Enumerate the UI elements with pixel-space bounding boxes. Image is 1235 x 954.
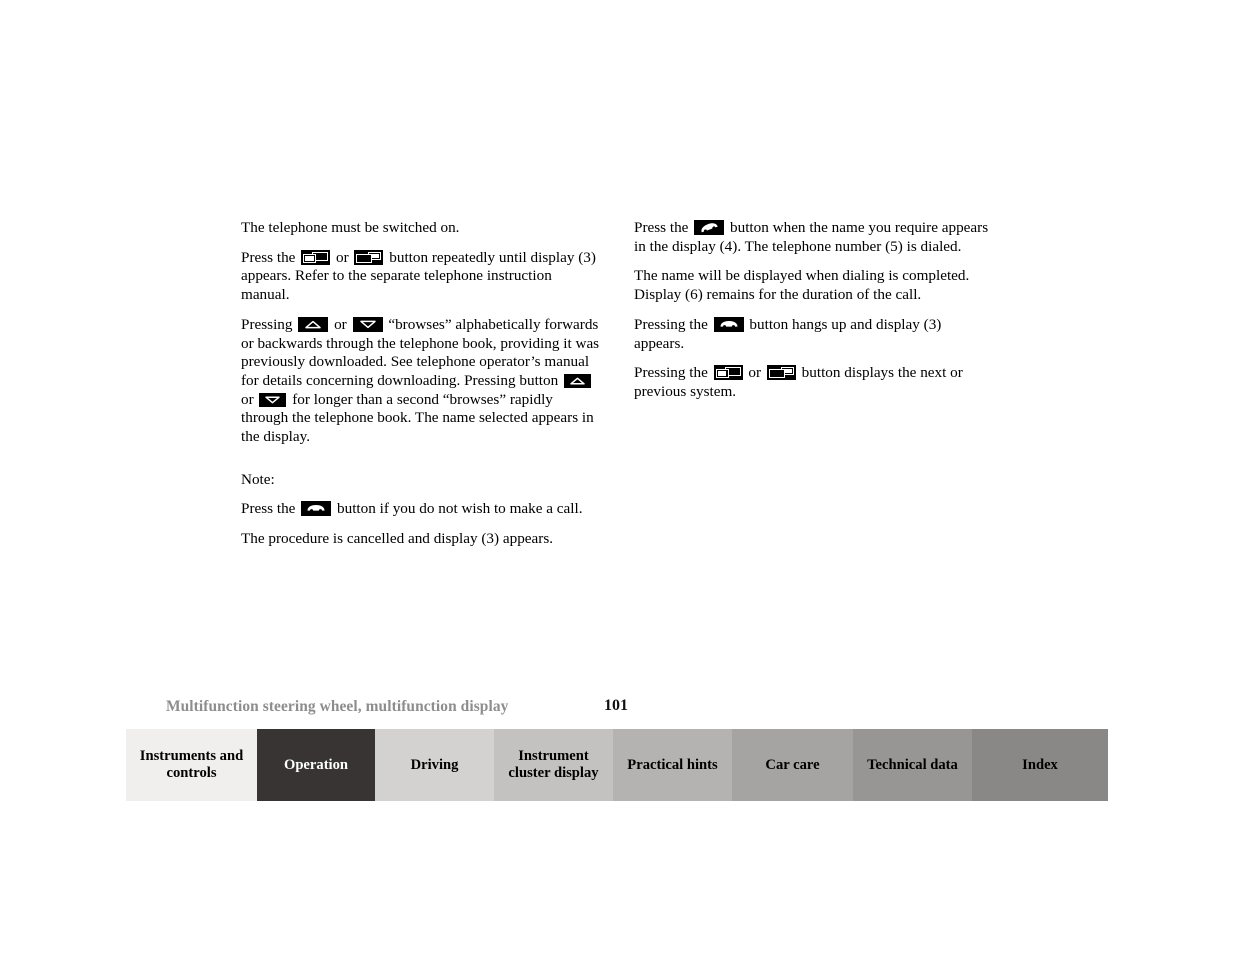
window-switch-prev-icon[interactable] — [354, 249, 384, 265]
paragraph-name-displayed: The name will be displayed when dialing … — [634, 267, 994, 304]
paragraph-text: button when the name you require appears… — [634, 219, 989, 255]
chapter-tab-index[interactable]: Index — [972, 729, 1108, 801]
chapter-tab-label: Operation — [283, 756, 349, 773]
paragraph-browsing: Pressing or “browses” alphabetically for… — [241, 316, 601, 447]
note-label-text: Note: — [241, 470, 275, 488]
paragraph-text: button repeatedly until display (3) appe… — [241, 248, 596, 304]
paragraph-text: The name will be displayed when dialing … — [634, 267, 970, 304]
chapter-tab-instruments-and-controls[interactable]: Instruments and controls — [126, 729, 257, 801]
chapter-tab-label: Technical data — [867, 756, 958, 773]
arrow-up-button-icon[interactable] — [298, 316, 329, 332]
window-switch-prev-icon[interactable] — [766, 365, 796, 381]
chapter-tab-label: Practical hints — [627, 756, 718, 773]
window-switch-next-icon[interactable] — [301, 249, 331, 265]
paragraph-text: Pressing the — [634, 315, 708, 333]
paragraph-next-previous-system: Pressing the or button displays the next… — [634, 364, 994, 401]
paragraph-text: Pressing the — [634, 364, 708, 382]
chapter-tab-label: Instrument cluster display — [508, 748, 599, 781]
note-label: Note: — [241, 471, 601, 490]
window-switch-next-icon[interactable] — [713, 365, 743, 381]
phone-hangup-button-icon[interactable] — [301, 501, 332, 517]
paragraph-press-dial: Press the button when the name you requi… — [634, 219, 994, 256]
manual-page: The telephone must be switched on. Press… — [0, 0, 1235, 954]
conjunction-or: or — [334, 315, 347, 333]
paragraph-text: Press the — [241, 500, 296, 518]
paragraph-text: The telephone must be switched on. — [241, 219, 460, 236]
conjunction-or: or — [336, 248, 349, 266]
chapter-tab-technical-data[interactable]: Technical data — [853, 729, 972, 801]
chapter-tab-label: Index — [1022, 756, 1058, 773]
chapter-tab-practical-hints[interactable]: Practical hints — [613, 729, 732, 801]
chapter-tab-instrument-cluster-display[interactable]: Instrument cluster display — [494, 729, 613, 801]
footer-caption: Multifunction steering wheel, multifunct… — [166, 698, 509, 715]
paragraph-text: “browses” alphabetically forwards or bac… — [241, 315, 600, 389]
conjunction-or: or — [241, 390, 254, 408]
chapter-tab-label: Driving — [410, 756, 459, 773]
conjunction-or: or — [748, 364, 762, 382]
arrow-down-button-icon[interactable] — [352, 316, 383, 332]
chapter-tab-driving[interactable]: Driving — [375, 729, 494, 801]
chapter-tab-label: Instruments and controls — [139, 748, 244, 781]
right-text-column: Press the button when the name you requi… — [634, 219, 994, 413]
arrow-up-button-icon[interactable] — [564, 373, 591, 388]
paragraph-text: Press the — [634, 219, 689, 236]
phone-dial-button-icon[interactable] — [694, 220, 725, 235]
phone-hangup-button-icon[interactable] — [713, 316, 744, 332]
arrow-down-button-icon[interactable] — [259, 392, 287, 407]
paragraph-hangup: Pressing the button hangs up and display… — [634, 316, 994, 353]
paragraph-note-hangup: Press the button if you do not wish to m… — [241, 500, 601, 519]
chapter-tab-car-care[interactable]: Car care — [732, 729, 853, 801]
paragraph-procedure-cancelled: The procedure is cancelled and display (… — [241, 530, 601, 549]
page-number: 101 — [604, 697, 628, 714]
left-text-column: The telephone must be switched on. Press… — [241, 219, 601, 560]
paragraph-text: button if you do not wish to make a call… — [337, 500, 583, 518]
paragraph-text: for longer than a second “browses” rapid… — [241, 390, 594, 446]
chapter-tab-label: Car care — [765, 756, 820, 773]
paragraph-press-button: Press the or button repeatedly until dis… — [241, 249, 601, 305]
paragraph-text: Pressing — [241, 315, 293, 333]
paragraph-text: Press the — [241, 248, 296, 266]
paragraph-telephone-on: The telephone must be switched on. — [241, 219, 601, 238]
paragraph-text: The procedure is cancelled and display (… — [241, 530, 554, 548]
chapter-tab-bar: Instruments and controls Operation Driving… — [126, 729, 1108, 801]
chapter-tab-operation[interactable]: Operation — [257, 729, 375, 801]
